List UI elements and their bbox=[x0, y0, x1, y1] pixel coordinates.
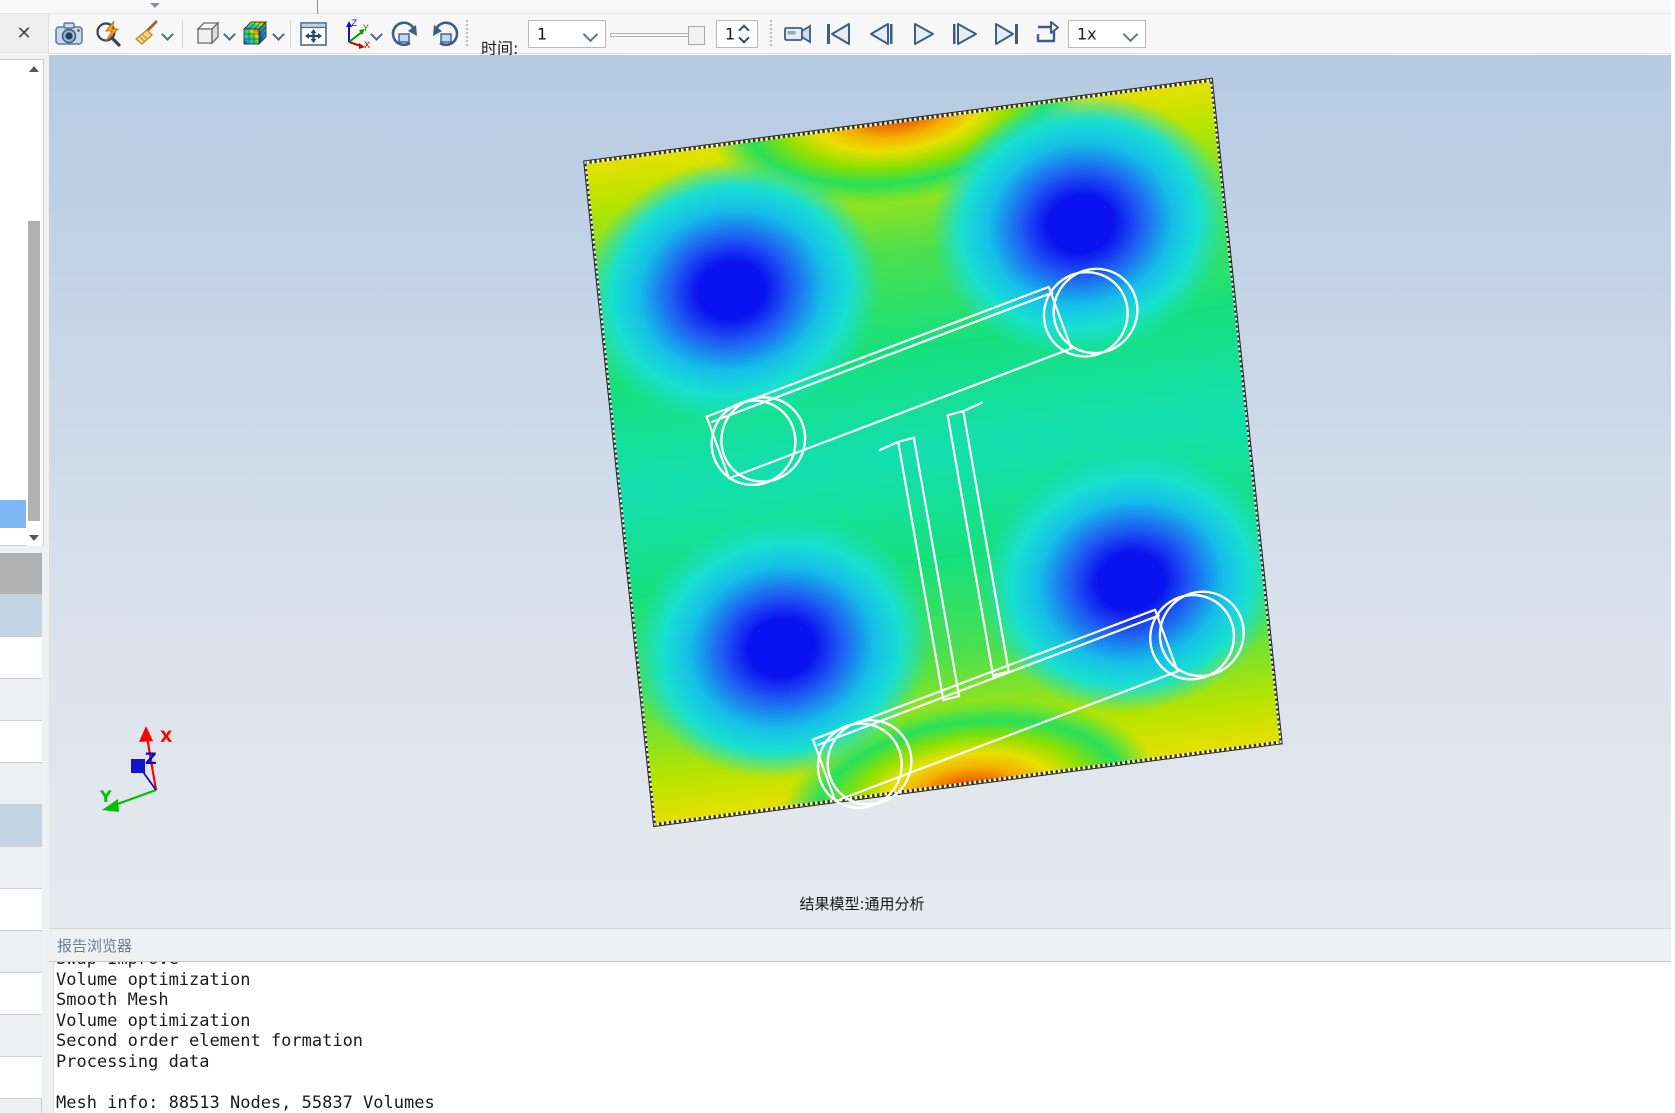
toolbar-divider-4 bbox=[770, 20, 772, 48]
model-tree-scrollbar[interactable] bbox=[26, 61, 42, 546]
console-line: Volume optimization bbox=[56, 969, 251, 990]
tree-selected-item[interactable] bbox=[0, 500, 26, 528]
rotate-ccw-icon[interactable] bbox=[428, 18, 462, 50]
skip-last-icon[interactable] bbox=[990, 18, 1024, 50]
axis-triad-chevron-down-icon[interactable] bbox=[372, 30, 383, 38]
axis-triad-indicator: X Y Z bbox=[94, 715, 204, 825]
property-grid-header bbox=[0, 553, 42, 595]
console-line: Second order element formation bbox=[56, 1031, 364, 1052]
toolbar-divider-2 bbox=[290, 20, 291, 48]
rotate-cw-icon[interactable] bbox=[388, 18, 422, 50]
broom-clean-icon[interactable] bbox=[130, 18, 164, 50]
console-line: Processing data bbox=[56, 1051, 210, 1072]
time-combo-value: 1 bbox=[537, 24, 548, 44]
table-row[interactable] bbox=[0, 721, 42, 763]
toolbar-divider-1 bbox=[182, 20, 183, 48]
playback-speed-chevron-down-icon bbox=[1122, 26, 1139, 43]
plate-edge-left bbox=[584, 161, 657, 826]
plate-edge-right bbox=[1209, 78, 1282, 744]
table-row[interactable] bbox=[0, 1057, 42, 1099]
play-icon[interactable] bbox=[906, 18, 940, 50]
toolbar-divider-3 bbox=[466, 20, 468, 48]
console-line: Mesh info: 88513 Nodes, 55837 Volumes bbox=[56, 1093, 435, 1113]
pan-fit-icon[interactable] bbox=[297, 18, 331, 50]
report-browser-bar: 报告浏览器 bbox=[49, 928, 1675, 961]
record-camera-icon[interactable] bbox=[781, 18, 815, 50]
triad-x-label: X bbox=[160, 727, 173, 746]
triad-z-label: Z bbox=[145, 749, 157, 768]
table-row[interactable] bbox=[0, 1015, 42, 1057]
table-row[interactable] bbox=[0, 805, 42, 847]
screenshot-icon[interactable] bbox=[52, 18, 86, 50]
scrollbar-thumb[interactable] bbox=[28, 221, 40, 521]
skip-first-icon[interactable] bbox=[822, 18, 856, 50]
step-back-icon[interactable] bbox=[864, 18, 898, 50]
time-slider[interactable] bbox=[610, 24, 705, 46]
svg-text:X: X bbox=[364, 41, 370, 50]
time-spinner-value: 1 bbox=[725, 24, 736, 44]
triad-y-label: Y bbox=[100, 787, 112, 806]
console-line: Volume optimization bbox=[56, 1010, 251, 1031]
property-grid[interactable] bbox=[0, 553, 42, 1113]
loop-icon[interactable] bbox=[1030, 18, 1064, 50]
box-shape-icon[interactable] bbox=[192, 18, 226, 50]
contour-plate[interactable] bbox=[583, 77, 1283, 828]
console-gutter bbox=[49, 962, 54, 1113]
playback-speed-combo[interactable]: 1x bbox=[1068, 20, 1146, 48]
table-row[interactable] bbox=[0, 637, 42, 679]
broom-chevron-down-icon[interactable] bbox=[163, 30, 174, 38]
table-row[interactable] bbox=[0, 931, 42, 973]
table-row[interactable] bbox=[0, 763, 42, 805]
console-output[interactable]: Swap Improve Volume optimization Smooth … bbox=[49, 961, 1675, 1113]
title-strip bbox=[0, 0, 1675, 14]
time-combo[interactable]: 1 bbox=[528, 20, 606, 48]
main-toolbar: ✕ Z Y X 时间: 1 1 1x bbox=[0, 14, 1675, 58]
close-icon[interactable]: ✕ bbox=[14, 25, 34, 43]
console-line: Smooth Mesh bbox=[56, 990, 169, 1011]
time-combo-chevron-down-icon bbox=[582, 26, 599, 43]
tab-report-browser[interactable]: 报告浏览器 bbox=[57, 935, 132, 956]
playback-speed-value: 1x bbox=[1077, 24, 1097, 44]
left-panel bbox=[0, 55, 49, 1113]
contour-chevron-down-icon[interactable] bbox=[274, 30, 285, 38]
time-spinner-down-icon[interactable] bbox=[740, 35, 750, 42]
svg-text:Y: Y bbox=[362, 24, 369, 34]
model-viewport-3d[interactable]: X Y Z 结果模型:通用分析 bbox=[49, 55, 1675, 928]
plate-edge-top bbox=[584, 78, 1213, 165]
viewport-caption: 结果模型:通用分析 bbox=[799, 895, 925, 913]
contour-cube-icon[interactable] bbox=[240, 18, 274, 50]
table-row[interactable] bbox=[0, 595, 42, 637]
table-row[interactable] bbox=[0, 847, 42, 889]
model-tree-panel[interactable] bbox=[0, 59, 44, 546]
scroll-down-icon[interactable] bbox=[27, 531, 41, 545]
strip-chevron-down-icon[interactable] bbox=[150, 3, 160, 8]
table-row[interactable] bbox=[0, 679, 42, 721]
table-row[interactable] bbox=[0, 889, 42, 931]
console-lines: Swap Improve Volume optimization Smooth … bbox=[56, 962, 1656, 1113]
time-slider-thumb[interactable] bbox=[688, 26, 705, 45]
zoom-lightning-icon[interactable] bbox=[92, 18, 126, 50]
svg-text:Z: Z bbox=[351, 19, 357, 29]
table-row[interactable] bbox=[0, 973, 42, 1015]
console-line: Swap Improve bbox=[56, 962, 1656, 970]
axis-triad-icon[interactable]: Z Y X bbox=[338, 18, 372, 51]
time-spinner-up-icon[interactable] bbox=[740, 26, 750, 33]
time-spinner[interactable]: 1 bbox=[716, 20, 758, 48]
plate-edge-bottom bbox=[653, 740, 1282, 826]
window-right-edge bbox=[1671, 0, 1675, 1113]
step-forward-icon[interactable] bbox=[948, 18, 982, 50]
fea-result-model[interactable] bbox=[583, 77, 1291, 857]
application-window: ✕ Z Y X 时间: 1 1 1x X Y Z 结果模型:通用分析 报告浏览器… bbox=[0, 0, 1675, 1113]
strip-divider bbox=[317, 0, 318, 14]
box-shape-chevron-down-icon[interactable] bbox=[225, 30, 236, 38]
scroll-up-icon[interactable] bbox=[27, 62, 41, 76]
